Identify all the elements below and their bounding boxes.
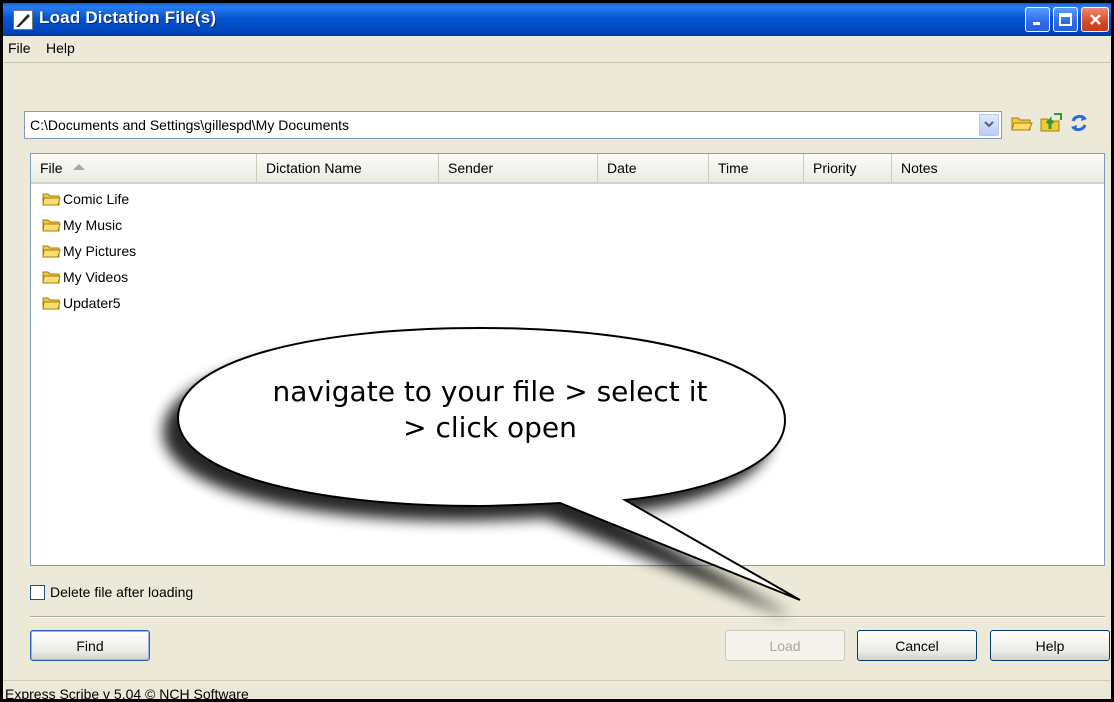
- file-name: Comic Life: [63, 191, 130, 207]
- list-item[interactable]: My Videos: [42, 264, 128, 290]
- app-pen-icon: [13, 10, 33, 30]
- path-dropdown-button[interactable]: [979, 114, 999, 136]
- folder-icon: [42, 297, 61, 310]
- folder-icon: [42, 245, 61, 258]
- cancel-button[interactable]: Cancel: [857, 630, 977, 661]
- status-text: Express Scribe v 5.04 © NCH Software: [5, 686, 249, 702]
- list-header: File Dictation Name Sender Date Time Pri…: [31, 154, 1104, 184]
- find-button[interactable]: Find: [30, 630, 150, 661]
- refresh-button[interactable]: [1066, 110, 1092, 136]
- column-time[interactable]: Time: [709, 154, 804, 182]
- menu-help[interactable]: Help: [46, 40, 75, 56]
- up-folder-button[interactable]: [1038, 110, 1064, 136]
- column-date[interactable]: Date: [598, 154, 709, 182]
- dialog-window: Load Dictation File(s) File Help C:\Docu…: [0, 0, 1114, 702]
- column-priority[interactable]: Priority: [804, 154, 892, 182]
- delete-after-loading-option[interactable]: Delete file after loading: [30, 584, 193, 600]
- delete-after-loading-checkbox[interactable]: [30, 584, 45, 600]
- column-sender[interactable]: Sender: [439, 154, 598, 182]
- folder-icon: [42, 219, 61, 232]
- minimize-button[interactable]: [1025, 7, 1050, 32]
- folder-icon: [42, 193, 61, 206]
- column-notes[interactable]: Notes: [892, 154, 1104, 182]
- menu-bar: File Help: [3, 36, 1111, 62]
- path-combobox[interactable]: C:\Documents and Settings\gillespd\My Do…: [24, 111, 1002, 139]
- list-item[interactable]: Updater5: [42, 290, 121, 316]
- menu-file[interactable]: File: [8, 40, 31, 56]
- delete-after-loading-label: Delete file after loading: [50, 584, 194, 600]
- close-icon: [1089, 14, 1101, 25]
- maximize-icon: [1059, 13, 1072, 26]
- minimize-icon: [1033, 22, 1040, 25]
- list-item[interactable]: My Pictures: [42, 238, 136, 264]
- title-bar[interactable]: Load Dictation File(s): [3, 3, 1111, 36]
- folder-up-icon: [1040, 113, 1062, 132]
- list-item[interactable]: My Music: [42, 212, 122, 238]
- file-name: Updater5: [63, 295, 121, 311]
- help-button[interactable]: Help: [990, 630, 1110, 661]
- file-list[interactable]: File Dictation Name Sender Date Time Pri…: [30, 153, 1105, 566]
- column-dictation-name[interactable]: Dictation Name: [257, 154, 439, 182]
- sort-ascending-icon: [72, 164, 85, 171]
- chevron-down-icon: [984, 121, 994, 128]
- list-item[interactable]: Comic Life: [42, 186, 129, 212]
- column-file[interactable]: File: [31, 154, 257, 182]
- refresh-icon: [1071, 114, 1087, 132]
- menu-separator: [3, 62, 1111, 63]
- window-title: Load Dictation File(s): [39, 8, 217, 27]
- maximize-button[interactable]: [1053, 7, 1078, 32]
- load-button[interactable]: Load: [725, 630, 845, 661]
- close-button[interactable]: [1081, 7, 1109, 32]
- button-divider: [30, 616, 1105, 618]
- path-value: C:\Documents and Settings\gillespd\My Do…: [30, 117, 350, 133]
- open-folder-button[interactable]: [1009, 110, 1035, 136]
- file-name: My Videos: [63, 269, 129, 285]
- status-bar: Express Scribe v 5.04 © NCH Software: [3, 680, 1111, 702]
- folder-icon: [42, 271, 61, 284]
- folder-open-icon: [1011, 117, 1033, 131]
- file-name: My Pictures: [63, 243, 137, 259]
- file-name: My Music: [63, 217, 123, 233]
